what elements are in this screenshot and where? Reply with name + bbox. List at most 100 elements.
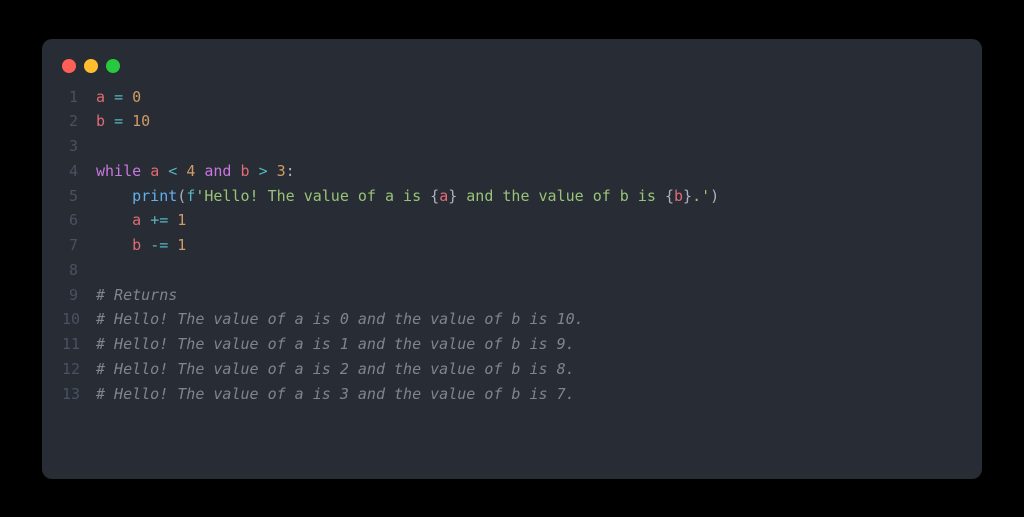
token — [141, 236, 150, 254]
token: # Hello! The value of a is 3 and the val… — [96, 385, 575, 403]
code-line: 4while a < 4 and b > 3: — [62, 159, 962, 184]
code-line: 11# Hello! The value of a is 1 and the v… — [62, 332, 962, 357]
token: f — [186, 187, 195, 205]
code-content — [96, 258, 105, 283]
token: 10 — [132, 112, 150, 130]
token — [168, 236, 177, 254]
line-number: 8 — [62, 258, 96, 283]
token: b — [674, 187, 683, 205]
token: b — [96, 112, 105, 130]
token: = — [114, 112, 123, 130]
token: and the value of b is — [457, 187, 665, 205]
code-window: 1a = 02b = 103 4while a < 4 and b > 3:5 … — [42, 39, 982, 479]
code-line: 6 a += 1 — [62, 208, 962, 233]
token: } — [448, 187, 457, 205]
code-content: # Hello! The value of a is 3 and the val… — [96, 382, 575, 407]
line-number: 6 — [62, 208, 96, 233]
token — [168, 211, 177, 229]
line-number: 12 — [62, 357, 96, 382]
token: > — [259, 162, 268, 180]
line-number: 11 — [62, 332, 96, 357]
token: # Returns — [96, 286, 177, 304]
token: ( — [177, 187, 186, 205]
line-number: 4 — [62, 159, 96, 184]
token: 1 — [177, 211, 186, 229]
line-number: 10 — [62, 307, 96, 332]
token: { — [665, 187, 674, 205]
code-line: 3 — [62, 134, 962, 159]
token — [159, 162, 168, 180]
token: a — [132, 211, 141, 229]
token: and — [204, 162, 231, 180]
token: b — [241, 162, 250, 180]
token — [96, 211, 132, 229]
code-line: 5 print(f'Hello! The value of a is {a} a… — [62, 184, 962, 209]
token: while — [96, 162, 141, 180]
token: 1 — [177, 236, 186, 254]
token: a — [150, 162, 159, 180]
token: print — [132, 187, 177, 205]
token — [123, 112, 132, 130]
token: ) — [710, 187, 719, 205]
code-line: 9# Returns — [62, 283, 962, 308]
token: b — [132, 236, 141, 254]
zoom-icon[interactable] — [106, 59, 120, 73]
code-content: # Hello! The value of a is 0 and the val… — [96, 307, 584, 332]
line-number: 3 — [62, 134, 96, 159]
token: } — [683, 187, 692, 205]
minimize-icon[interactable] — [84, 59, 98, 73]
token: # Hello! The value of a is 1 and the val… — [96, 335, 575, 353]
token: : — [286, 162, 295, 180]
token — [96, 187, 132, 205]
code-line: 7 b -= 1 — [62, 233, 962, 258]
token — [105, 88, 114, 106]
code-content — [96, 134, 105, 159]
code-line: 13# Hello! The value of a is 3 and the v… — [62, 382, 962, 407]
token — [141, 211, 150, 229]
code-line: 2b = 10 — [62, 109, 962, 134]
token: .' — [692, 187, 710, 205]
token: 0 — [132, 88, 141, 106]
token: { — [430, 187, 439, 205]
code-content: a = 0 — [96, 85, 141, 110]
token — [105, 112, 114, 130]
token — [123, 88, 132, 106]
token — [231, 162, 240, 180]
code-content: print(f'Hello! The value of a is {a} and… — [96, 184, 719, 209]
code-editor: 1a = 02b = 103 4while a < 4 and b > 3:5 … — [42, 85, 982, 407]
code-content: b = 10 — [96, 109, 150, 134]
token: a — [96, 88, 105, 106]
window-titlebar — [42, 59, 982, 85]
code-content: a += 1 — [96, 208, 186, 233]
code-line: 10# Hello! The value of a is 0 and the v… — [62, 307, 962, 332]
token: # Hello! The value of a is 2 and the val… — [96, 360, 575, 378]
line-number: 5 — [62, 184, 96, 209]
code-content: # Hello! The value of a is 1 and the val… — [96, 332, 575, 357]
line-number: 7 — [62, 233, 96, 258]
token — [250, 162, 259, 180]
code-line: 1a = 0 — [62, 85, 962, 110]
close-icon[interactable] — [62, 59, 76, 73]
token: < — [168, 162, 177, 180]
token: 3 — [277, 162, 286, 180]
token: # Hello! The value of a is 0 and the val… — [96, 310, 584, 328]
line-number: 9 — [62, 283, 96, 308]
code-content: b -= 1 — [96, 233, 186, 258]
code-content: # Hello! The value of a is 2 and the val… — [96, 357, 575, 382]
code-content: # Returns — [96, 283, 177, 308]
code-content: while a < 4 and b > 3: — [96, 159, 295, 184]
token: a — [439, 187, 448, 205]
line-number: 2 — [62, 109, 96, 134]
line-number: 13 — [62, 382, 96, 407]
code-line: 8 — [62, 258, 962, 283]
line-number: 1 — [62, 85, 96, 110]
code-line: 12# Hello! The value of a is 2 and the v… — [62, 357, 962, 382]
token: += — [150, 211, 168, 229]
token — [177, 162, 186, 180]
token: 4 — [186, 162, 195, 180]
token — [268, 162, 277, 180]
token — [96, 236, 132, 254]
token: 'Hello! The value of a is — [195, 187, 430, 205]
token: = — [114, 88, 123, 106]
token: -= — [150, 236, 168, 254]
